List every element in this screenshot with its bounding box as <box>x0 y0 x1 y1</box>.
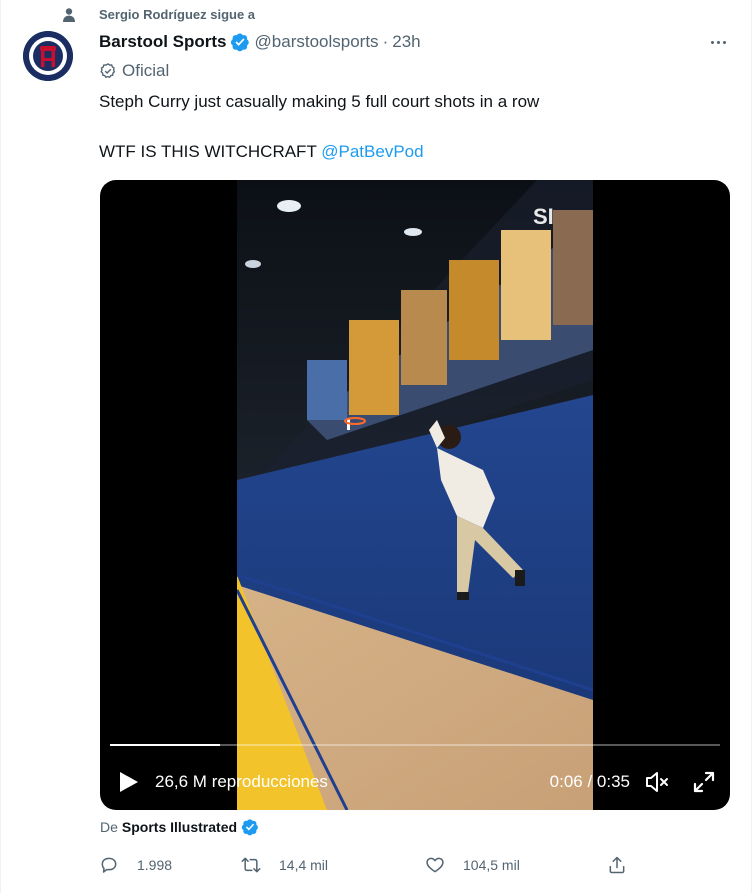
social-context-text: Sergio Rodríguez sigue a <box>99 7 256 22</box>
tweet-timestamp[interactable]: 23h <box>392 32 420 52</box>
video-source: De Sports Illustrated <box>100 817 259 837</box>
author-display-name[interactable]: Barstool Sports <box>99 32 227 52</box>
tweet-text-line2: WTF IS THIS WITCHCRAFT @PatBevPod <box>99 141 424 163</box>
source-name-link[interactable]: Sports Illustrated <box>122 819 237 835</box>
more-options-button[interactable] <box>707 32 729 52</box>
author-handle[interactable]: @barstoolsports <box>255 32 379 52</box>
more-dot-icon <box>710 40 714 44</box>
reply-count: 1.998 <box>137 857 173 873</box>
like-button[interactable]: 104,5 mil <box>425 850 520 880</box>
volume-muted-icon[interactable] <box>644 770 670 794</box>
action-bar: 1.998 14,4 mil 104,5 mil <box>99 850 639 880</box>
reply-icon <box>101 857 117 873</box>
official-label-text: Oficial <box>122 61 170 80</box>
video-frame: SI <box>237 180 593 810</box>
more-dot-icon <box>716 40 720 44</box>
video-still-image: SI <box>237 180 593 810</box>
person-icon <box>63 8 75 22</box>
tweet-text: WTF IS THIS WITCHCRAFT <box>99 142 322 161</box>
play-icon[interactable] <box>118 770 140 794</box>
verified-badge-icon <box>241 819 258 836</box>
tweet-text-line1: Steph Curry just casually making 5 full … <box>99 92 540 111</box>
more-dot-icon <box>722 40 726 44</box>
mention-link[interactable]: @PatBevPod <box>321 142 423 161</box>
retweet-count: 14,4 mil <box>279 857 329 873</box>
retweet-button[interactable]: 14,4 mil <box>241 850 328 880</box>
retweet-icon <box>241 857 261 873</box>
video-watermark: SI <box>533 204 554 229</box>
tweet-card[interactable]: Sergio Rodríguez sigue a Barstool Sports… <box>0 0 752 893</box>
share-button[interactable] <box>607 850 627 880</box>
official-check-icon <box>100 63 116 79</box>
fullscreen-icon[interactable] <box>692 770 716 794</box>
verified-badge-icon <box>230 33 249 52</box>
video-progress-fill <box>110 744 220 746</box>
barstool-logo-icon <box>23 31 73 81</box>
separator-dot: · <box>382 32 389 51</box>
video-player[interactable]: SI 26,6 M reproducciones 0:06 / 0:35 <box>100 180 730 810</box>
view-count: 26,6 M reproducciones <box>155 772 328 791</box>
source-prefix: De <box>100 819 118 835</box>
reply-button[interactable]: 1.998 <box>99 850 172 880</box>
avatar[interactable] <box>23 31 73 81</box>
heart-icon <box>426 857 444 873</box>
share-icon <box>609 856 625 874</box>
video-timecode: 0:06 / 0:35 <box>549 772 630 791</box>
tweet-header: Barstool Sports @barstoolsports · 23h <box>99 30 421 54</box>
video-progress-bar[interactable] <box>110 744 720 746</box>
like-count: 104,5 mil <box>463 857 520 873</box>
official-label: Oficial <box>99 60 169 82</box>
